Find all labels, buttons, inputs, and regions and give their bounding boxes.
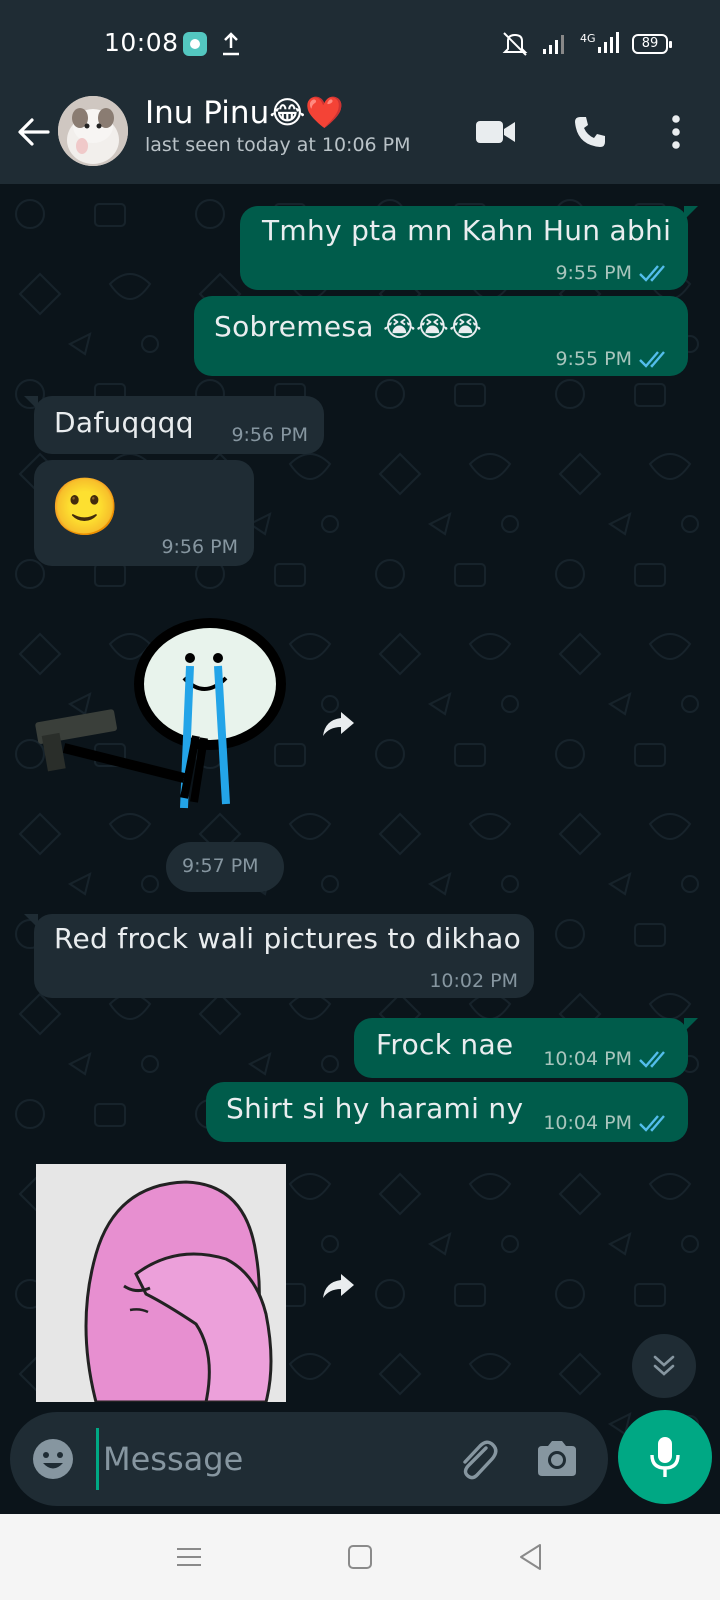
mute-vibrate-icon — [502, 32, 528, 56]
triangle-back-icon — [520, 1544, 541, 1570]
upload-icon — [223, 32, 239, 56]
scroll-to-bottom-button[interactable] — [632, 1334, 696, 1398]
message-meta: 10:04 PM — [543, 1048, 672, 1070]
battery-icon: 89 — [632, 34, 672, 54]
attach-icon[interactable] — [452, 1434, 502, 1484]
square-home-icon — [348, 1545, 372, 1569]
status-time: 10:08 — [104, 28, 179, 57]
message-bubble-incoming[interactable]: 🙂 9:56 PM — [34, 460, 254, 566]
last-seen-status: last seen today at 10:06 PM — [145, 134, 411, 156]
app-notification-icon — [183, 32, 207, 56]
sticker-facepalm[interactable] — [36, 1164, 286, 1402]
back-button[interactable] — [506, 1532, 556, 1582]
message-time: 9:55 PM — [555, 262, 632, 284]
forward-icon — [323, 1274, 354, 1298]
message-meta: 9:56 PM — [231, 424, 308, 446]
message-time: 9:57 PM — [182, 855, 259, 877]
message-time: 10:04 PM — [543, 1048, 632, 1070]
forward-icon — [323, 712, 354, 736]
avatar-image — [58, 96, 128, 166]
read-ticks-icon — [639, 1051, 665, 1068]
chat-header: Inu Pinu😂❤️ last seen today at 10:06 PM — [0, 88, 720, 184]
message-emoji: 🙂 — [50, 475, 121, 540]
message-bubble-incoming[interactable]: Dafuqqqq 9:56 PM — [24, 396, 324, 454]
message-time: 10:04 PM — [543, 1112, 632, 1134]
status-bar: 10:08 4G 89 — [0, 0, 720, 88]
chat-area[interactable]: Tmhy pta mn Kahn Hun abhi 9:55 PM Sobrem… — [0, 184, 720, 1514]
bubble-tail — [24, 914, 38, 928]
avatar[interactable] — [58, 96, 128, 166]
message-meta: 9:55 PM — [555, 262, 672, 284]
message-input[interactable] — [96, 1428, 436, 1490]
read-ticks-icon — [639, 1115, 665, 1132]
read-ticks-icon — [639, 351, 665, 368]
message-bubble-incoming[interactable]: Red frock wali pictures to dikhao 10:02 … — [24, 914, 534, 998]
bubble-tail — [684, 1018, 698, 1032]
status-right-group: 4G 89 — [500, 30, 672, 58]
sticker-time-badge: 9:57 PM — [166, 842, 284, 892]
microphone-icon — [650, 1437, 680, 1477]
bubble-tail — [24, 396, 38, 410]
message-text: Dafuqqqq — [54, 406, 194, 439]
video-call-button[interactable] — [472, 108, 520, 156]
more-options-icon — [672, 115, 680, 149]
recents-button[interactable] — [164, 1532, 214, 1582]
message-bubble-outgoing[interactable]: Frock nae 10:04 PM — [354, 1018, 698, 1078]
message-composer — [10, 1412, 608, 1506]
voice-message-button[interactable] — [618, 1410, 712, 1504]
sticker-crying-figure[interactable] — [34, 608, 294, 818]
voice-call-button[interactable] — [566, 108, 614, 156]
message-meta: 10:04 PM — [543, 1112, 672, 1134]
voice-call-icon — [575, 117, 605, 147]
menu-lines-icon — [177, 1548, 201, 1566]
message-bubble-outgoing[interactable]: Shirt si hy harami ny 10:04 PM — [206, 1082, 688, 1142]
more-options-button[interactable] — [652, 108, 700, 156]
camera-icon[interactable] — [532, 1434, 582, 1484]
back-arrow-icon[interactable] — [14, 112, 54, 152]
double-chevron-down-icon — [653, 1355, 675, 1376]
forward-button[interactable] — [316, 702, 360, 746]
message-time: 9:56 PM — [161, 536, 238, 558]
message-meta: 10:02 PM — [429, 970, 518, 992]
svg-text:4G: 4G — [580, 32, 596, 45]
message-text: Red frock wali pictures to dikhao — [54, 922, 522, 955]
signal-icon — [543, 35, 564, 54]
message-time: 9:55 PM — [555, 348, 632, 370]
contact-name[interactable]: Inu Pinu😂❤️ — [145, 94, 344, 131]
message-text: Frock nae — [376, 1028, 514, 1061]
home-button[interactable] — [335, 1532, 385, 1582]
message-meta: 9:56 PM — [161, 536, 238, 558]
emoji-icon[interactable] — [30, 1436, 76, 1482]
system-navigation-bar — [0, 1514, 720, 1600]
signal-4g-icon: 4G — [580, 32, 619, 53]
read-ticks-icon — [639, 265, 665, 282]
message-text: Shirt si hy harami ny — [226, 1092, 524, 1125]
message-text: Tmhy pta mn Kahn Hun abhi — [262, 214, 672, 247]
video-call-icon — [476, 121, 515, 143]
message-bubble-outgoing[interactable]: Tmhy pta mn Kahn Hun abhi 9:55 PM — [240, 206, 698, 290]
message-bubble-outgoing[interactable]: Sobremesa 😭😭😭 9:55 PM — [194, 296, 688, 376]
forward-button[interactable] — [316, 1264, 360, 1308]
message-text: Sobremesa 😭😭😭 — [214, 310, 482, 343]
bubble-tail — [684, 206, 698, 220]
message-time: 9:56 PM — [231, 424, 308, 446]
message-meta: 9:55 PM — [555, 348, 672, 370]
message-time: 10:02 PM — [429, 970, 518, 992]
